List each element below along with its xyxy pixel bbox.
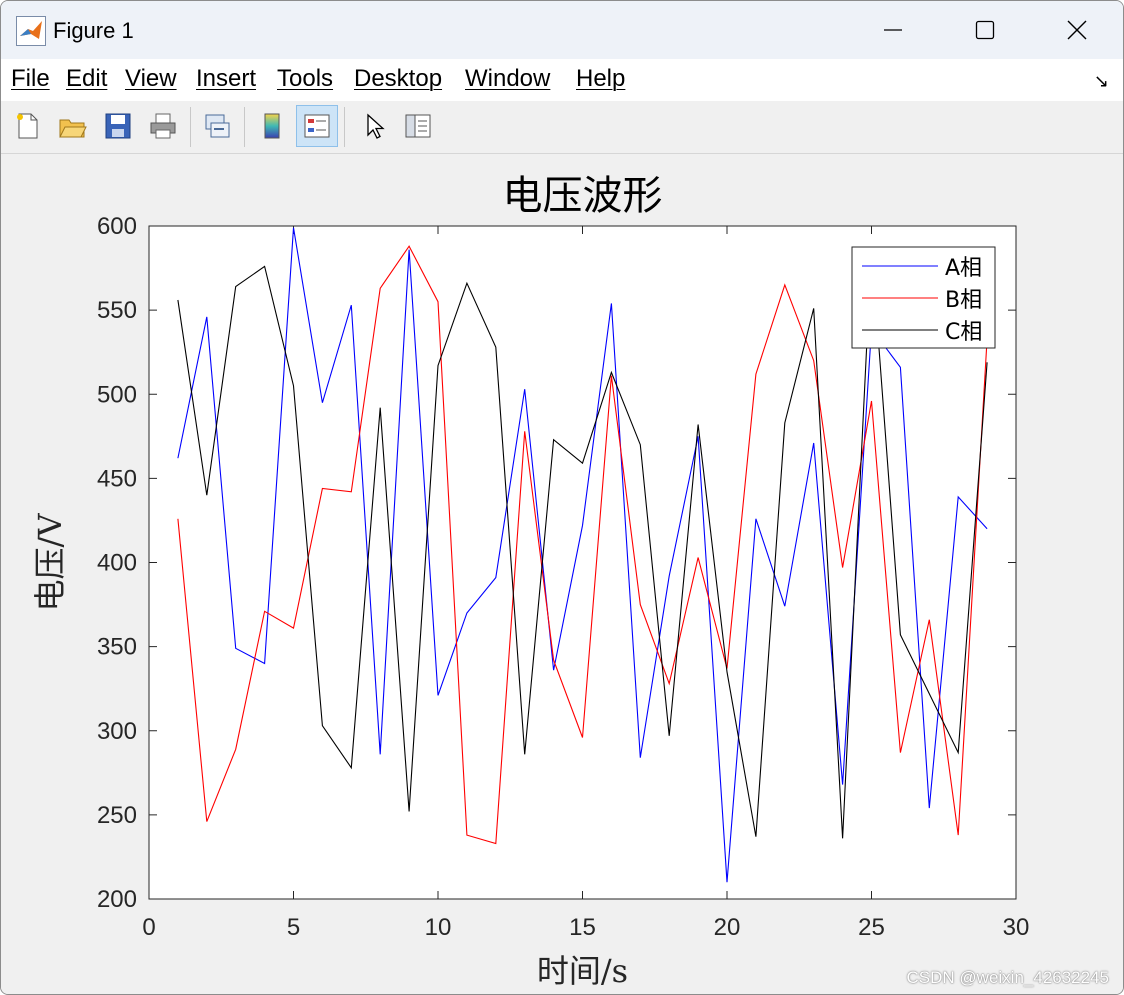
save-button[interactable] [97,105,139,147]
window-title: Figure 1 [53,18,134,43]
figure-canvas: 0 5 10 15 20 25 30 200 250 300 350 400 450 500 550 600 … [1,154,1123,994]
matlab-logo-icon [16,16,46,46]
toolbar-separator [244,107,245,147]
y-tick-label: 400 [97,550,137,577]
legend-label: B相 [945,288,982,313]
colorbar-button[interactable] [251,105,293,147]
minimize-icon [884,29,902,31]
y-tick-label: 250 [97,802,137,829]
maximize-button[interactable] [939,1,1031,59]
menu-file[interactable]: File [11,65,50,93]
legend-label: C相 [945,320,982,345]
menu-insert[interactable]: Insert [196,65,256,93]
figure-toolbar [1,101,1123,154]
print-icon [150,113,176,139]
colorbar-icon [264,113,280,139]
x-tick-label: 5 [287,914,300,941]
close-icon [1067,20,1087,40]
voltage-chart: 0 5 10 15 20 25 30200250300350400450500550600 … [31,173,1030,990]
menu-bar: File Edit View Insert Tools Desktop Wind… [1,59,1123,101]
y-tick-label: 600 [97,213,137,240]
menu-tools[interactable]: Tools [277,65,333,93]
toolbar-separator [344,107,345,147]
y-tick-label: 500 [97,381,137,408]
pointer-icon [367,113,385,139]
dock-figure-icon[interactable]: ↘ [1094,71,1109,92]
y-axis-label: 电压/V [31,513,69,612]
legend[interactable]: A相 B相 C相 [851,246,996,349]
y-tick-label: 550 [97,297,137,324]
title-bar: Figure 1 [1,1,1123,59]
maximize-icon [975,20,995,40]
edit-plot-button[interactable] [353,105,395,147]
save-icon [105,113,131,139]
figure-window: Figure 1 File Edit View Insert Tools Des… [0,0,1124,995]
close-button[interactable] [1031,1,1123,59]
open-file-button[interactable] [51,105,93,147]
x-tick-label: 20 [714,914,741,941]
legend-label: A相 [945,256,982,281]
legend-icon [304,114,330,138]
x-tick-label: 0 [142,914,155,941]
menu-view[interactable]: View [125,65,177,93]
new-figure-button[interactable] [6,105,48,147]
link-plot-button[interactable] [196,105,238,147]
legend-button[interactable] [296,105,338,147]
toolbar-separator [190,107,191,147]
y-tick-label: 350 [97,634,137,661]
x-tick-label: 15 [569,914,596,941]
y-tick-label: 200 [97,886,137,913]
y-tick-label: 450 [97,465,137,492]
watermark-text: CSDN @weixin_42632245 [906,968,1109,987]
chart-title: 电压波形 [503,173,663,219]
new-figure-icon [17,113,38,139]
menu-desktop[interactable]: Desktop [354,65,442,93]
x-tick-label: 30 [1003,914,1030,941]
print-button[interactable] [142,105,184,147]
property-editor-button[interactable] [397,105,439,147]
open-file-icon [59,119,87,138]
link-plot-icon [205,114,230,138]
minimize-button[interactable] [847,1,939,59]
y-tick-label: 300 [97,718,137,745]
property-editor-icon [405,114,431,138]
x-tick-label: 10 [425,914,452,941]
x-axis-label: 时间/s [537,952,628,990]
menu-edit[interactable]: Edit [66,65,107,93]
menu-window[interactable]: Window [465,65,550,93]
menu-help[interactable]: Help [576,65,625,93]
x-tick-label: 25 [858,914,885,941]
